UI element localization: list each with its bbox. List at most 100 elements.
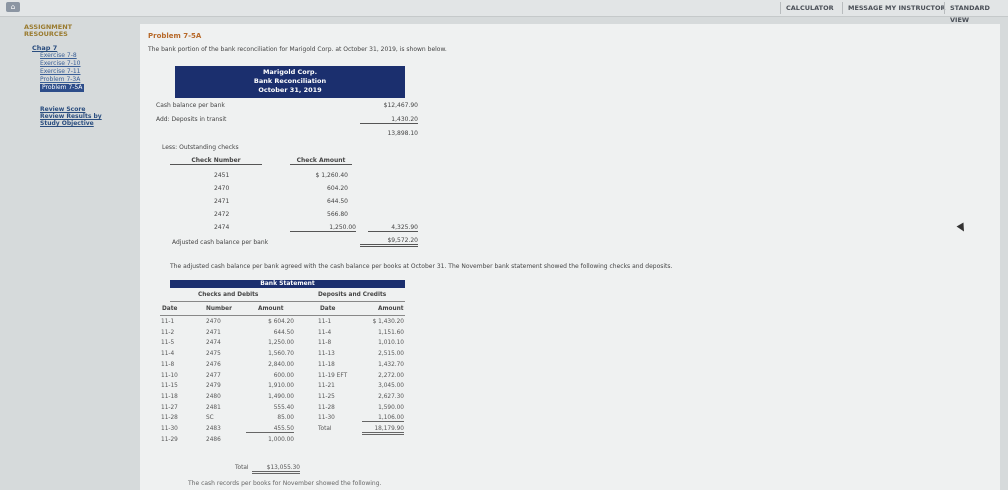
row-deposit-amount: $ 1,430.20 bbox=[372, 319, 404, 325]
sidebar-item-label: Exercise 7-8 bbox=[40, 52, 77, 59]
sidebar-item-label: Exercise 7-11 bbox=[40, 68, 81, 75]
row-deposit-date: 11-8 bbox=[318, 340, 332, 347]
bank-statement-title: Bank Statement bbox=[170, 280, 405, 288]
row-deposit-amount: 2,272.00 bbox=[378, 372, 404, 379]
sidebar-item-exercise-7-11[interactable]: Exercise 7-11 bbox=[40, 68, 134, 76]
sidebar-item-exercise-7-10[interactable]: Exercise 7-10 bbox=[40, 60, 134, 68]
col-dep-date: Date bbox=[320, 306, 336, 312]
row-check-amount: 2,840.00 bbox=[268, 361, 294, 368]
top-toolbar: ⌂ CALCULATOR MESSAGE MY INSTRUCTOR STAND… bbox=[0, 0, 1008, 24]
row-check-number: 2481 bbox=[206, 404, 221, 411]
assignment-sidebar: ASSIGNMENT RESOURCES Chap 7 Exercise 7-8… bbox=[24, 24, 134, 128]
row-date: 11-27 bbox=[161, 404, 178, 411]
row-deposit-amount: 18,179.90 bbox=[362, 426, 404, 435]
row-date: 11-30 bbox=[161, 426, 178, 432]
checks-debits-heading: Checks and Debits bbox=[198, 292, 259, 298]
check-number: 2451 bbox=[214, 172, 230, 179]
row-check-amount: 455.50 bbox=[246, 426, 294, 433]
sidebar-heading-2: RESOURCES bbox=[24, 30, 68, 38]
columns-rule bbox=[160, 315, 405, 316]
row-check-number: 2486 bbox=[206, 436, 221, 443]
row-deposit-date: Total bbox=[318, 426, 332, 432]
row-deposit-date: 11-21 bbox=[318, 383, 335, 390]
checks-total-value: $13,055.30 bbox=[252, 465, 300, 474]
row-check-amount: $ 604.20 bbox=[268, 319, 294, 325]
subtotal-value: 13,898.10 bbox=[387, 130, 418, 137]
row-date: 11-18 bbox=[161, 393, 178, 400]
review-results-link[interactable]: Review Results by bbox=[40, 113, 134, 120]
check-number: 2470 bbox=[214, 185, 230, 192]
message-instructor-button[interactable]: MESSAGE MY INSTRUCTOR bbox=[842, 2, 950, 14]
checks-total-label: Total bbox=[235, 465, 249, 471]
row-deposit-date: 11-18 bbox=[318, 361, 335, 368]
row-deposit-amount: 2,627.30 bbox=[378, 393, 404, 400]
checks-total-value: 4,325.90 bbox=[368, 224, 418, 232]
books-records-note: The cash records per books for November … bbox=[188, 480, 382, 487]
row-deposit-amount: 1,432.70 bbox=[378, 361, 404, 368]
sidebar-item-problem-7-3a[interactable]: Problem 7-3A bbox=[40, 76, 134, 84]
row-deposit-amount: 3,045.00 bbox=[378, 383, 404, 390]
check-amount: $ 1,260.40 bbox=[315, 172, 348, 179]
sidebar-item-label: Exercise 7-10 bbox=[40, 60, 81, 67]
statement-name: Bank Reconciliation bbox=[253, 77, 327, 85]
row-check-number: SC bbox=[206, 415, 214, 422]
check-amount: 644.50 bbox=[327, 198, 348, 205]
row-deposit-amount: 1,151.60 bbox=[378, 329, 404, 336]
check-amount: 1,250.00 bbox=[290, 224, 356, 232]
check-number: 2471 bbox=[214, 198, 230, 205]
check-number: 2474 bbox=[214, 224, 230, 231]
problem-title: Problem 7-5A bbox=[148, 32, 202, 40]
sidebar-item-exercise-7-8[interactable]: Exercise 7-8 bbox=[40, 52, 134, 60]
row-check-amount: 1,560.70 bbox=[268, 351, 294, 358]
row-check-amount: 600.00 bbox=[273, 372, 294, 379]
col-dep-amount: Amount bbox=[378, 306, 404, 312]
statement-date: October 31, 2019 bbox=[258, 86, 322, 94]
row-date: 11-8 bbox=[161, 361, 175, 368]
sidebar-item-label: Problem 7-3A bbox=[40, 76, 81, 83]
standard-view-button[interactable]: STANDARD VIEW bbox=[944, 2, 1008, 24]
row-deposit-amount: 1,010.10 bbox=[378, 340, 404, 347]
row-check-amount: 1,000.00 bbox=[268, 436, 294, 443]
cash-balance-label: Cash balance per bank bbox=[156, 102, 225, 109]
row-deposit-date: 11-19 EFT bbox=[318, 372, 348, 379]
problem-content: Problem 7-5A The bank portion of the ban… bbox=[140, 24, 1000, 490]
row-check-amount: 555.40 bbox=[273, 404, 294, 411]
row-deposit-date: 11-30 bbox=[318, 415, 335, 422]
row-check-number: 2483 bbox=[206, 426, 221, 432]
row-check-number: 2475 bbox=[206, 351, 221, 358]
col-check-number: Check Number bbox=[170, 157, 262, 165]
row-deposit-amount: 1,106.00 bbox=[362, 415, 404, 423]
row-check-amount: 1,910.00 bbox=[268, 383, 294, 390]
review-results-link-2[interactable]: Study Objective bbox=[40, 120, 134, 127]
row-date: 11-15 bbox=[161, 383, 178, 390]
adjusted-balance-label: Adjusted cash balance per bank bbox=[172, 239, 269, 246]
row-check-amount: 644.50 bbox=[273, 329, 294, 336]
deposits-label: Add: Deposits in transit bbox=[156, 116, 227, 123]
row-check-amount: 85.00 bbox=[277, 415, 294, 422]
row-deposit-date: 11-25 bbox=[318, 393, 335, 400]
check-number: 2472 bbox=[214, 211, 230, 218]
review-score-link[interactable]: Review Score bbox=[40, 106, 134, 113]
sidebar-chapter-link[interactable]: Chap 7 bbox=[32, 44, 134, 52]
home-icon[interactable]: ⌂ bbox=[6, 2, 20, 12]
sidebar-item-problem-7-5a[interactable]: Problem 7-5A bbox=[40, 84, 134, 92]
calculator-button[interactable]: CALCULATOR bbox=[780, 2, 839, 14]
reconciliation-header: Marigold Corp. Bank Reconciliation Octob… bbox=[175, 66, 405, 98]
row-check-number: 2476 bbox=[206, 361, 221, 368]
check-amount: 566.80 bbox=[327, 211, 348, 218]
row-deposit-date: 11-1 bbox=[318, 319, 332, 325]
row-date: 11-29 bbox=[161, 436, 178, 443]
row-date: 11-4 bbox=[161, 351, 175, 358]
header-rule bbox=[170, 301, 405, 302]
outstanding-checks-label: Less: Outstanding checks bbox=[162, 144, 239, 151]
row-check-amount: 1,250.00 bbox=[268, 340, 294, 347]
company-name: Marigold Corp. bbox=[262, 68, 318, 76]
row-check-number: 2477 bbox=[206, 372, 221, 379]
row-date: 11-2 bbox=[161, 329, 175, 336]
row-date: 11-10 bbox=[161, 372, 178, 379]
row-deposit-date: 11-4 bbox=[318, 329, 332, 336]
row-check-amount: 1,490.00 bbox=[268, 393, 294, 400]
row-date: 11-1 bbox=[161, 319, 175, 325]
row-deposit-date: 11-13 bbox=[318, 351, 335, 358]
row-check-number: 2480 bbox=[206, 393, 221, 400]
